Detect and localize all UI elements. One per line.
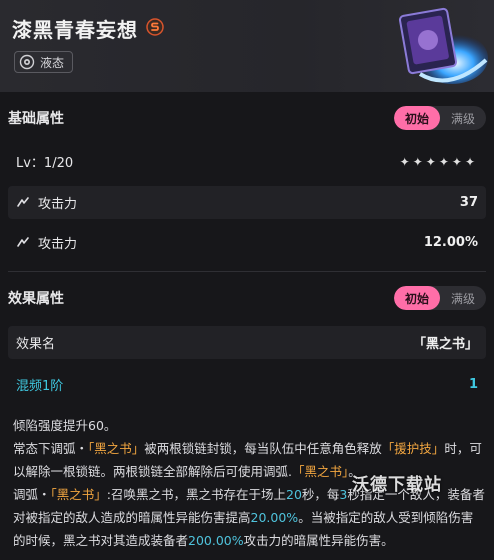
tab-initial[interactable]: 初始	[394, 106, 440, 130]
overclock-label: 混频1阶	[16, 379, 64, 394]
item-title: 漆黑青春妄想	[12, 18, 138, 42]
desc-highlight: 20	[286, 487, 302, 502]
desc-text: 被两根锁链封锁，每当队伍中任意角色释放	[144, 441, 382, 456]
level-row: Lv：1/20 ✦✦✦✦✦✦	[8, 145, 486, 178]
stat-value: 12.00%	[423, 235, 478, 250]
stat-row: 攻击力 37	[8, 186, 486, 219]
stat-value: 37	[459, 195, 478, 210]
effect-name-row: 效果名 「黑之书」	[8, 326, 486, 359]
attribute-tag: 液态	[14, 51, 74, 73]
star-rating: ✦✦✦✦✦✦	[399, 154, 478, 169]
item-artwork-icon	[398, 7, 488, 84]
attribute-tag-label: 液态	[40, 55, 65, 70]
attack-icon	[17, 236, 29, 247]
watermark-logo: 沃德下载站	[352, 475, 442, 495]
description-line: 倾陷强度提升60。	[13, 418, 117, 433]
stat-row: 攻击力 12.00%	[8, 226, 486, 259]
desc-highlight: 「黑之书」	[291, 464, 349, 479]
desc-text: 常态下调弧・	[13, 441, 89, 456]
attack-icon	[17, 196, 29, 207]
desc-text: 调弧・	[13, 487, 51, 502]
overclock-value: 1	[468, 377, 478, 392]
effect-attributes-title: 效果属性	[8, 291, 64, 307]
rank-s-icon	[146, 18, 164, 36]
effect-attributes-header: 效果属性 初始 满级	[0, 276, 494, 320]
level-label: Lv：1/20	[16, 156, 74, 171]
overclock-row: 混频1阶 1	[8, 368, 486, 401]
effect-name-value: 「黑之书」	[412, 337, 478, 352]
base-level-toggle: 初始 满级	[394, 106, 486, 130]
base-attributes-title: 基础属性	[8, 111, 64, 127]
tab-max-level[interactable]: 满级	[440, 286, 486, 310]
desc-text: :召唤黑之书，黑之书存在于场上	[106, 487, 286, 502]
desc-text: 攻击力的暗属性异能伤害。	[243, 533, 394, 548]
tab-max-level[interactable]: 满级	[440, 106, 486, 130]
desc-highlight: 「援护技」	[381, 441, 445, 456]
liquid-attribute-icon	[19, 54, 35, 70]
desc-highlight: 20.00%	[250, 510, 299, 525]
effect-name-label: 效果名	[16, 337, 56, 352]
desc-highlight: 「黑之书」	[50, 487, 107, 502]
desc-highlight: 「黑之书」	[88, 441, 145, 456]
effect-level-toggle: 初始 满级	[394, 286, 486, 310]
stat-label: 攻击力	[38, 237, 78, 252]
base-attributes-header: 基础属性 初始 满级	[0, 96, 494, 140]
desc-highlight: 200.00%	[188, 533, 244, 548]
tab-initial[interactable]: 初始	[394, 286, 440, 310]
desc-text: 秒，每	[301, 487, 340, 502]
item-header: 漆黑青春妄想 液态	[0, 0, 494, 92]
section-divider	[8, 271, 486, 272]
stat-label: 攻击力	[38, 197, 78, 212]
